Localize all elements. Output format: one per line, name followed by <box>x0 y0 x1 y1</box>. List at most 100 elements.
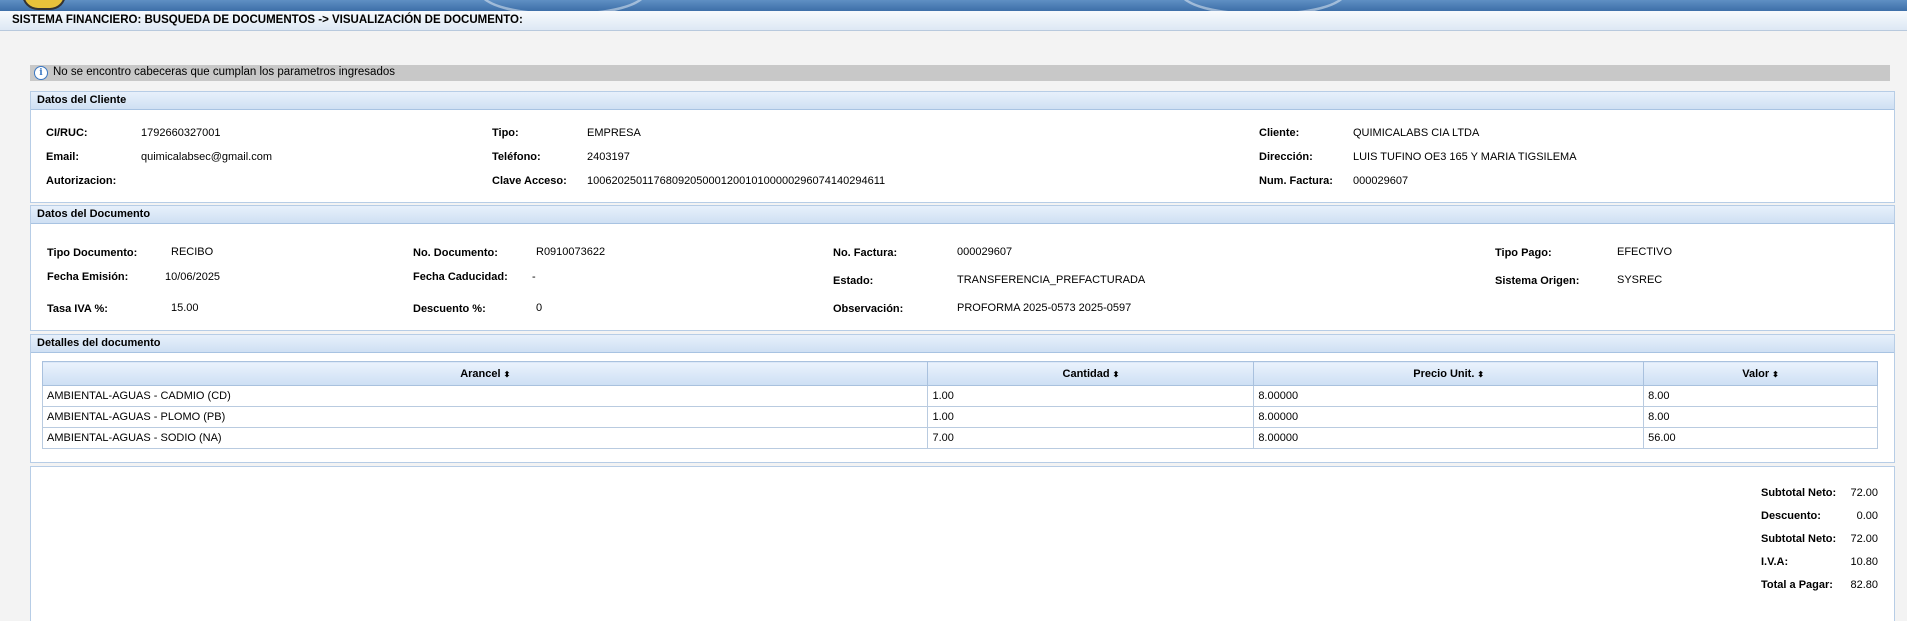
cliente-label: Cliente: <box>1259 127 1300 139</box>
client-panel: Datos del Cliente CI/RUC: 1792660327001 … <box>30 91 1895 203</box>
total-label: Subtotal Neto: <box>1761 487 1837 499</box>
sort-icon[interactable]: ⬍ <box>504 370 511 379</box>
table-row: AMBIENTAL-AGUAS - SODIO (NA) 7.00 8.0000… <box>41 427 1878 449</box>
cliente-value: QUIMICALABS CIA LTDA <box>1353 127 1480 139</box>
page-title: SISTEMA FINANCIERO: BUSQUEDA DE DOCUMENT… <box>12 14 523 26</box>
column-header-precio-unit[interactable]: Precio Unit. ⬍ <box>1253 361 1645 386</box>
cell-precio-unit: 8.00000 <box>1253 427 1645 449</box>
table-row: AMBIENTAL-AGUAS - PLOMO (PB) 1.00 8.0000… <box>41 406 1878 428</box>
totals-row-descuento: Descuento: 0.00 <box>31 510 1894 526</box>
total-value: 72.00 <box>1850 487 1878 499</box>
ci-value: 1792660327001 <box>141 127 221 139</box>
banner-decoration <box>480 0 646 11</box>
info-message: i No se encontro cabeceras que cumplan l… <box>30 65 1890 81</box>
title-bar: SISTEMA FINANCIERO: BUSQUEDA DE DOCUMENT… <box>0 11 1907 31</box>
total-label: I.V.A: <box>1761 556 1789 568</box>
telefono-label: Teléfono: <box>492 151 541 163</box>
total-value: 72.00 <box>1850 533 1878 545</box>
cell-valor: 8.00 <box>1643 406 1878 428</box>
no-documento-label: No. Documento: <box>413 247 498 259</box>
estado-label: Estado: <box>833 275 874 287</box>
tipo-pago-label: Tipo Pago: <box>1495 247 1552 259</box>
descuento-label: Descuento %: <box>413 303 486 315</box>
clave-acceso-label: Clave Acceso: <box>492 175 567 187</box>
tipo-label: Tipo: <box>492 127 519 139</box>
banner-decoration <box>1180 0 1346 11</box>
no-factura-value: 000029607 <box>957 246 1013 258</box>
num-factura-value: 000029607 <box>1353 175 1409 187</box>
total-value: 82.80 <box>1850 579 1878 591</box>
sort-icon[interactable]: ⬍ <box>1772 370 1779 379</box>
info-message-text: No se encontro cabeceras que cumplan los… <box>53 66 395 78</box>
details-panel-header: Detalles del documento <box>31 335 1894 353</box>
document-panel-title: Datos del Documento <box>37 208 151 220</box>
observacion-label: Observación: <box>833 303 904 315</box>
direccion-label: Dirección: <box>1259 151 1313 163</box>
tipo-pago-value: EFECTIVO <box>1617 246 1673 258</box>
sort-icon[interactable]: ⬍ <box>1113 370 1120 379</box>
tasa-iva-value: 15.00 <box>171 302 199 314</box>
sistema-origen-value: SYSREC <box>1617 274 1663 286</box>
totals-row-subtotal-neto: Subtotal Neto: 72.00 <box>31 533 1894 549</box>
cell-cantidad: 1.00 <box>927 385 1255 407</box>
client-panel-header: Datos del Cliente <box>31 92 1894 110</box>
cell-precio-unit: 8.00000 <box>1253 385 1645 407</box>
table-header-row: Arancel ⬍ Cantidad ⬍ Precio Unit. ⬍ Valor ⬍ <box>41 361 1878 386</box>
fecha-emision-label: Fecha Emisión: <box>47 271 129 283</box>
totals-panel: Subtotal Neto: 72.00 Descuento: 0.00 Sub… <box>30 466 1895 621</box>
cell-valor: 8.00 <box>1643 385 1878 407</box>
details-table: Arancel ⬍ Cantidad ⬍ Precio Unit. ⬍ Valor ⬍ … <box>41 361 1878 449</box>
logo-icon <box>22 0 66 10</box>
cell-arancel: AMBIENTAL-AGUAS - CADMIO (CD) <box>41 385 929 407</box>
no-documento-value: R0910073622 <box>536 246 606 258</box>
direccion-value: LUIS TUFINO OE3 165 Y MARIA TIGSILEMA <box>1353 151 1577 163</box>
cell-precio-unit: 8.00000 <box>1253 406 1645 428</box>
document-panel-header: Datos del Documento <box>31 206 1894 224</box>
email-label: Email: <box>46 151 80 163</box>
totals-row-subtotal: Subtotal Neto: 72.00 <box>31 487 1894 503</box>
telefono-value: 2403197 <box>587 151 630 163</box>
cell-cantidad: 1.00 <box>927 406 1255 428</box>
sort-icon[interactable]: ⬍ <box>1477 370 1484 379</box>
column-header-label: Precio Unit. <box>1413 367 1475 380</box>
estado-value: TRANSFERENCIA_PREFACTURADA <box>957 274 1146 286</box>
top-banner <box>0 0 1907 11</box>
clave-acceso-value: 1006202501176809205000120010100000296074… <box>587 175 886 187</box>
fecha-emision-value: 10/06/2025 <box>165 271 221 283</box>
column-header-cantidad[interactable]: Cantidad ⬍ <box>927 361 1255 386</box>
observacion-value: PROFORMA 2025-0573 2025-0597 <box>957 302 1132 314</box>
tipo-value: EMPRESA <box>587 127 641 139</box>
info-icon: i <box>34 66 48 80</box>
cell-arancel: AMBIENTAL-AGUAS - PLOMO (PB) <box>41 406 929 428</box>
total-label: Subtotal Neto: <box>1761 533 1837 545</box>
cell-valor: 56.00 <box>1643 427 1878 449</box>
descuento-value: 0 <box>536 302 543 314</box>
no-factura-label: No. Factura: <box>833 247 898 259</box>
tipo-documento-label: Tipo Documento: <box>47 247 138 259</box>
total-label: Descuento: <box>1761 510 1821 522</box>
column-header-label: Valor <box>1742 367 1770 380</box>
totals-row-total-pagar: Total a Pagar: 82.80 <box>31 579 1894 595</box>
fecha-caducidad-value: - <box>532 271 536 283</box>
table-row: AMBIENTAL-AGUAS - CADMIO (CD) 1.00 8.000… <box>41 385 1878 407</box>
total-label: Total a Pagar: <box>1761 579 1833 591</box>
column-header-label: Arancel <box>460 367 501 380</box>
column-header-arancel[interactable]: Arancel ⬍ <box>41 361 929 386</box>
sistema-origen-label: Sistema Origen: <box>1495 275 1580 287</box>
num-factura-label: Num. Factura: <box>1259 175 1333 187</box>
cell-arancel: AMBIENTAL-AGUAS - SODIO (NA) <box>41 427 929 449</box>
email-value: quimicalabsec@gmail.com <box>141 151 272 163</box>
tipo-documento-value: RECIBO <box>171 246 214 258</box>
details-panel-title: Detalles del documento <box>37 337 161 349</box>
client-panel-title: Datos del Cliente <box>37 94 127 106</box>
totals-row-iva: I.V.A: 10.80 <box>31 556 1894 572</box>
total-value: 0.00 <box>1856 510 1878 522</box>
total-value: 10.80 <box>1850 556 1878 568</box>
autorizacion-label: Autorizacion: <box>46 175 117 187</box>
fecha-caducidad-label: Fecha Caducidad: <box>413 271 508 283</box>
tasa-iva-label: Tasa IVA %: <box>47 303 108 315</box>
document-panel: Datos del Documento Tipo Documento: RECI… <box>30 205 1895 331</box>
column-header-valor[interactable]: Valor ⬍ <box>1643 361 1878 386</box>
ci-label: CI/RUC: <box>46 127 88 139</box>
cell-cantidad: 7.00 <box>927 427 1255 449</box>
